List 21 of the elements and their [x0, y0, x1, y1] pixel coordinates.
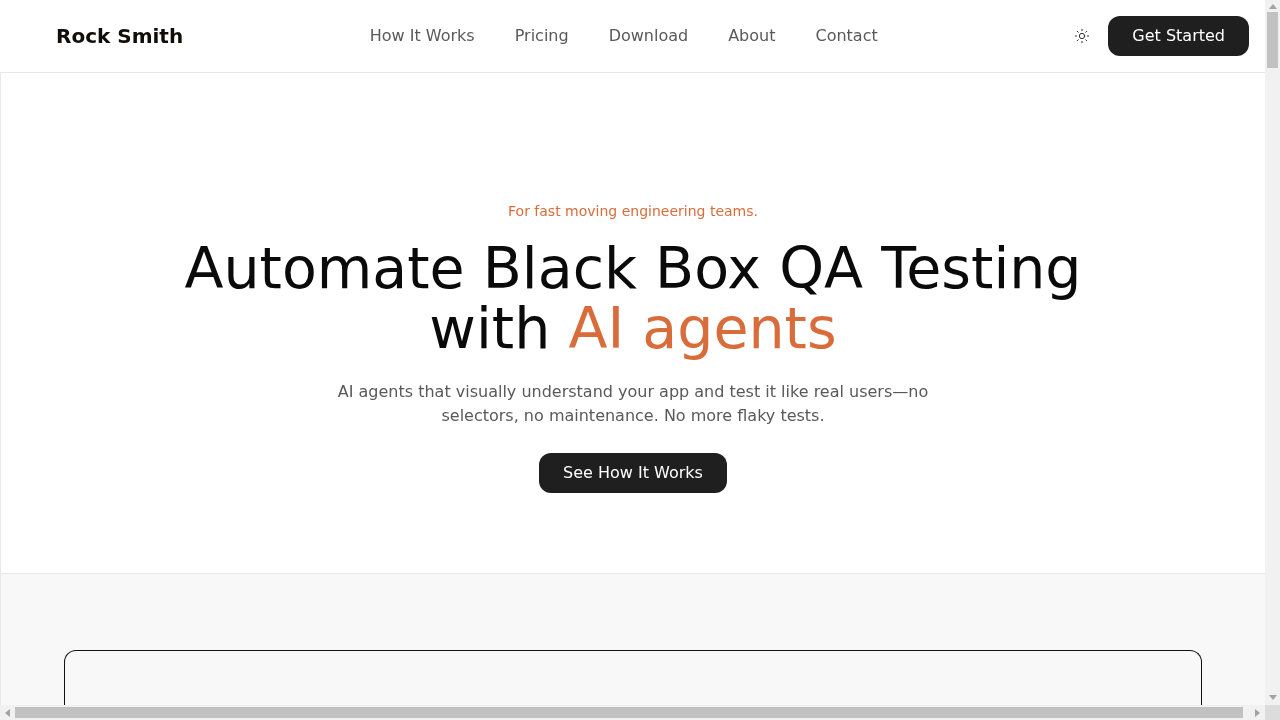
scroll-down-arrow-icon[interactable]: [1268, 694, 1277, 701]
nav-link[interactable]: Download: [608, 24, 689, 48]
scroll-left-arrow-icon[interactable]: [4, 708, 11, 717]
see-how-it-works-button[interactable]: See How It Works: [539, 453, 727, 493]
get-started-button[interactable]: Get Started: [1108, 16, 1249, 56]
tagline: For fast moving engineering teams.: [508, 202, 758, 221]
nav-link[interactable]: How It Works: [369, 24, 475, 48]
nav-link[interactable]: Contact: [815, 24, 878, 48]
scroll-right-arrow-icon[interactable]: [1254, 708, 1261, 717]
site-logo[interactable]: Rock Smith: [56, 22, 184, 50]
hero-headline: Automate Black Box QA Testing with AI agents: [183, 238, 1083, 358]
vertical-scrollbar[interactable]: [1265, 0, 1280, 705]
sun-icon: [1074, 28, 1091, 44]
hero-subtitle: AI agents that visually understand your app and test it like real users—no selectors, no maintenance. No more flaky tests.: [336, 381, 930, 427]
scroll-up-arrow-icon[interactable]: [1268, 2, 1277, 10]
horizontal-scrollbar[interactable]: [0, 705, 1265, 720]
nav-link[interactable]: About: [728, 24, 776, 48]
nav-link[interactable]: Pricing: [514, 24, 569, 48]
scrollbar-corner: [1265, 705, 1280, 720]
scrollbar-thumb[interactable]: [1267, 12, 1278, 68]
scrollbar-thumb[interactable]: [15, 707, 1243, 718]
